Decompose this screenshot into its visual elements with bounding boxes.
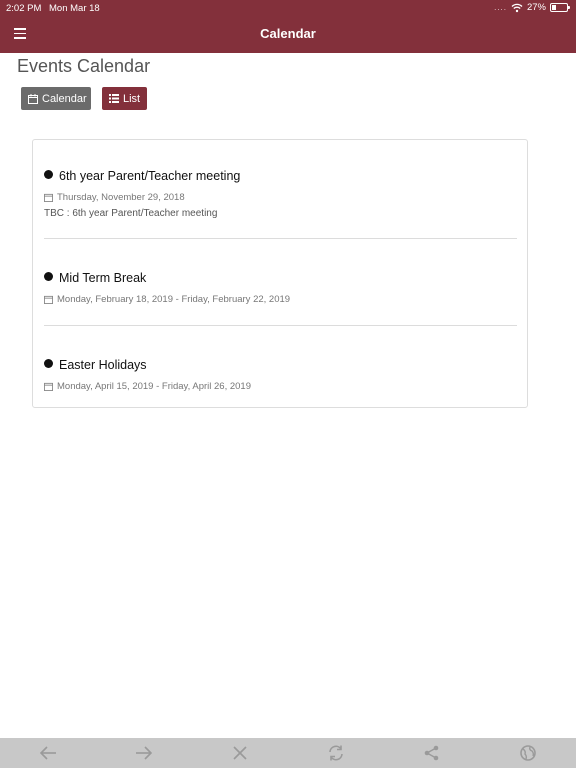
nav-title: Calendar — [260, 26, 316, 41]
event-date: Monday, February 18, 2019 - Friday, Febr… — [57, 294, 291, 305]
globe-icon[interactable] — [519, 745, 537, 761]
event-date-row: Monday, April 15, 2019 - Friday, April 2… — [44, 381, 517, 392]
event-date-row: Monday, February 18, 2019 - Friday, Febr… — [44, 294, 517, 305]
list-view-label: List — [123, 92, 141, 105]
event-title-row: Mid Term Break — [44, 271, 517, 285]
forward-arrow-icon[interactable] — [135, 745, 153, 761]
nav-bar: Calendar — [0, 16, 576, 53]
app-header: 2:02 PM Mon Mar 18 .... 27% Calendar — [0, 0, 576, 53]
refresh-icon[interactable] — [327, 745, 345, 761]
event-description: TBC : 6th year Parent/Teacher meeting — [44, 208, 218, 219]
status-time: 2:02 PM — [6, 3, 42, 14]
signal-dots: .... — [494, 3, 507, 12]
event-date: Thursday, November 29, 2018 — [57, 192, 185, 203]
calendar-icon — [44, 295, 53, 304]
calendar-view-label: Calendar — [42, 92, 87, 105]
event-divider — [44, 238, 517, 239]
status-indicators: .... 27% — [494, 2, 570, 13]
event-title-row: Easter Holidays — [44, 358, 517, 372]
bullet-icon — [44, 271, 53, 281]
bottom-toolbar — [0, 738, 576, 768]
calendar-icon — [44, 382, 53, 391]
calendar-icon — [44, 193, 53, 202]
event-date-row: Thursday, November 29, 2018 — [44, 192, 517, 203]
event-title: 6th year Parent/Teacher meeting — [59, 169, 241, 183]
status-date: Mon Mar 18 — [49, 3, 100, 14]
event-title: Easter Holidays — [59, 358, 147, 372]
battery-icon — [550, 3, 570, 12]
events-list-panel: 6th year Parent/Teacher meeting Thursday… — [32, 139, 528, 408]
list-icon — [109, 94, 119, 103]
bullet-icon — [44, 358, 53, 368]
battery-percent: 27% — [526, 2, 546, 13]
bullet-icon — [44, 169, 53, 179]
status-bar: 2:02 PM Mon Mar 18 .... 27% — [0, 0, 576, 16]
wifi-icon — [511, 3, 523, 12]
page-title: Events Calendar — [17, 56, 151, 76]
list-view-button[interactable]: List — [102, 87, 147, 110]
event-title-row: 6th year Parent/Teacher meeting — [44, 169, 517, 183]
event-divider — [44, 325, 517, 326]
close-icon[interactable] — [231, 745, 249, 761]
battery-level-fill — [552, 5, 556, 10]
event-item[interactable]: Easter Holidays Monday, April 15, 2019 -… — [44, 358, 517, 392]
event-date: Monday, April 15, 2019 - Friday, April 2… — [57, 381, 251, 392]
calendar-icon — [28, 93, 38, 104]
share-icon[interactable] — [423, 745, 441, 761]
calendar-view-button[interactable]: Calendar — [21, 87, 91, 110]
event-title: Mid Term Break — [59, 271, 147, 285]
event-item[interactable]: Mid Term Break Monday, February 18, 2019… — [44, 271, 517, 305]
back-arrow-icon[interactable] — [39, 745, 57, 761]
event-item[interactable]: 6th year Parent/Teacher meeting Thursday… — [44, 169, 517, 219]
